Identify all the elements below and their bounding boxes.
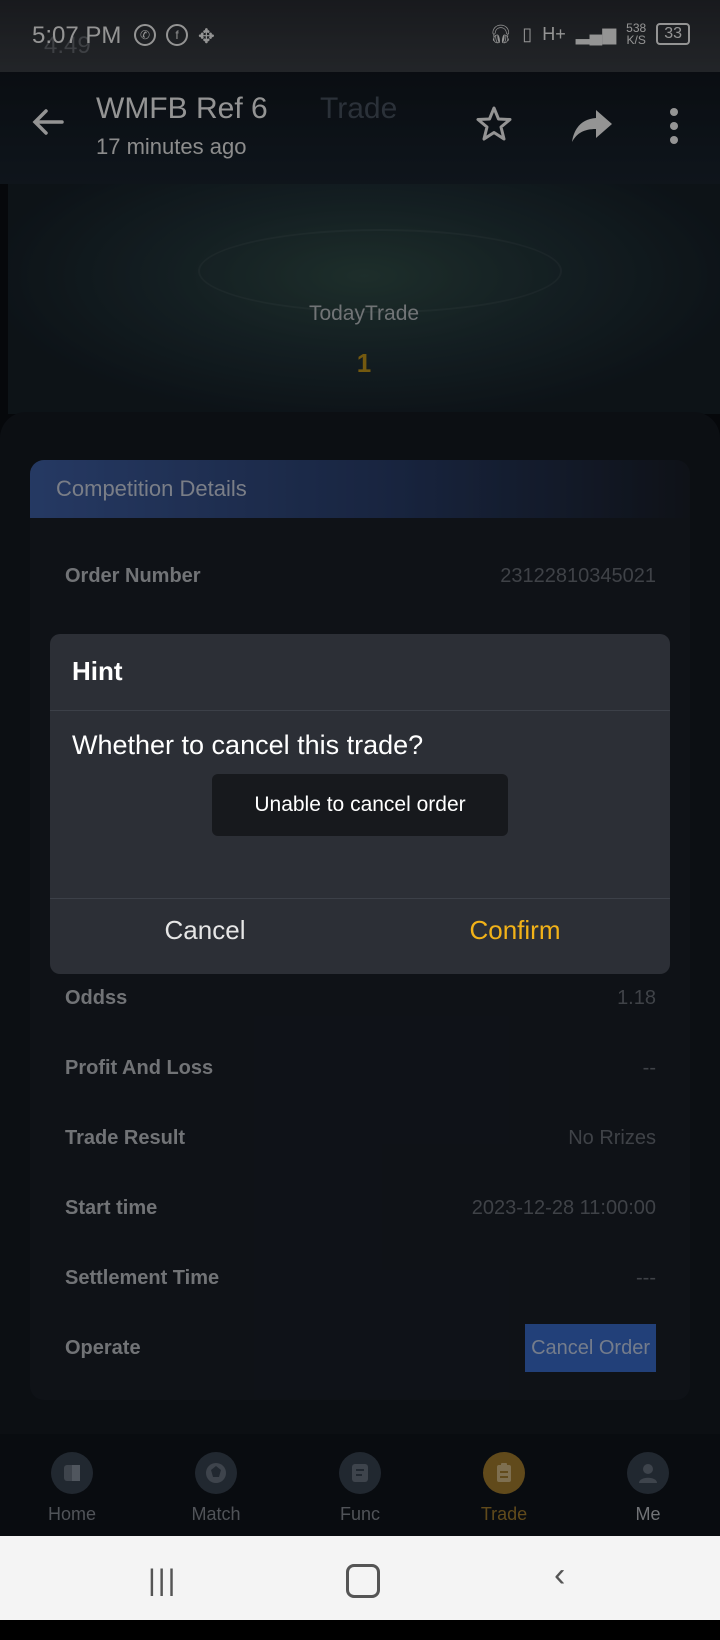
back-nav-button[interactable]: ‹ bbox=[554, 1556, 565, 1595]
dialog-message: Whether to cancel this trade? bbox=[72, 730, 424, 760]
recent-apps-button[interactable]: ||| bbox=[148, 1564, 177, 1598]
system-navigation-bar: ||| ‹ bbox=[0, 1536, 720, 1620]
dialog-divider bbox=[50, 898, 670, 899]
dialog-title: Hint bbox=[72, 656, 123, 686]
dialog-confirm-button[interactable]: Confirm bbox=[360, 900, 670, 960]
toast-message: Unable to cancel order bbox=[212, 774, 508, 836]
hint-dialog: Hint Whether to cancel this trade? Unabl… bbox=[50, 634, 670, 974]
dialog-divider bbox=[50, 710, 670, 711]
home-button[interactable] bbox=[346, 1564, 380, 1598]
bottom-bezel bbox=[0, 1620, 720, 1640]
dialog-cancel-button[interactable]: Cancel bbox=[50, 900, 360, 960]
